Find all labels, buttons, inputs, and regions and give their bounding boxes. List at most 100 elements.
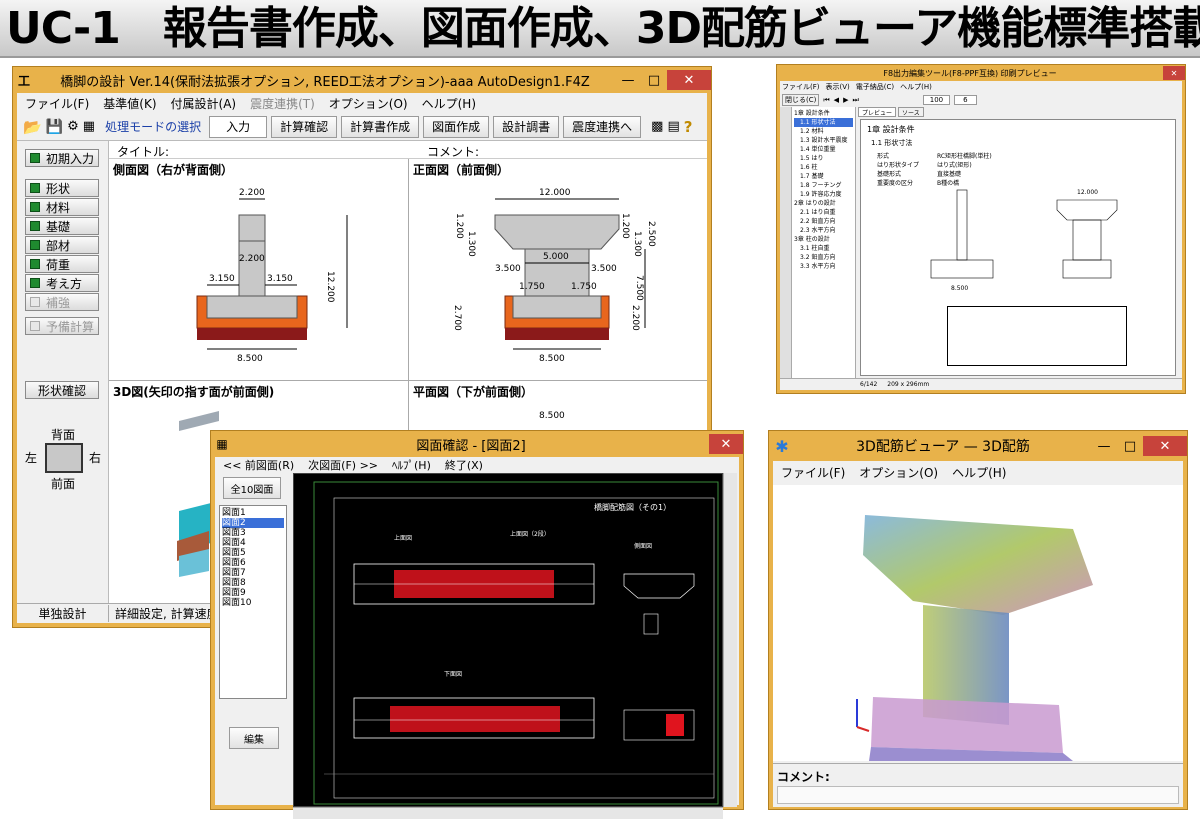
- doc-dim-w: 8.500: [951, 285, 968, 292]
- edit-button[interactable]: 編集: [229, 727, 279, 749]
- drawing-list-item[interactable]: 図面7: [222, 568, 284, 578]
- close-button[interactable]: ✕: [667, 70, 711, 90]
- sidebar-item-load[interactable]: 荷重: [25, 255, 99, 273]
- viewer-titlebar: ✱ 3D配筋ビューア — 3D配筋 — □ ✕: [769, 431, 1187, 461]
- prev-drawing[interactable]: << 前図面(R): [223, 457, 294, 473]
- tool-icon[interactable]: ⚙: [67, 119, 79, 134]
- drawing-list-item[interactable]: 図面8: [222, 578, 284, 588]
- tree-item[interactable]: 3章 柱の設計: [794, 235, 853, 244]
- main-title: 橋脚の設計 Ver.14(保耐法拡張オプション, REED工法オプション)-aa…: [60, 74, 590, 90]
- first-page-icon[interactable]: ⏮: [823, 96, 829, 105]
- preview-menu-help[interactable]: ヘルプ(H): [900, 82, 932, 92]
- initial-input-button[interactable]: 初期入力: [25, 149, 99, 167]
- last-page-icon[interactable]: ⏭: [852, 96, 858, 105]
- menu-attached[interactable]: 付属設計(A): [171, 95, 237, 112]
- shape-check-button[interactable]: 形状確認: [25, 381, 99, 399]
- viewer-canvas[interactable]: [773, 485, 1183, 761]
- drawing-help[interactable]: ﾍﾙﾌﾟ(H): [392, 457, 431, 473]
- front-dim-r1: 3.500: [591, 264, 617, 274]
- tree-item[interactable]: 1.7 基礎: [794, 172, 853, 181]
- next-page-icon[interactable]: ▶: [843, 96, 848, 104]
- drawing-scrollbar[interactable]: [723, 473, 737, 807]
- menu-file[interactable]: ファイル(F): [25, 95, 89, 112]
- zoom-field[interactable]: 100: [922, 95, 951, 105]
- viewer-menu-file[interactable]: ファイル(F): [781, 464, 845, 481]
- tab-drawing[interactable]: 図面作成: [423, 115, 490, 138]
- layout-icon[interactable]: ▦: [83, 119, 95, 134]
- sidebar-item-member[interactable]: 部材: [25, 236, 99, 254]
- sidebar-item-shape[interactable]: 形状: [25, 179, 99, 197]
- tree-item[interactable]: 1.4 単位重量: [794, 145, 853, 154]
- all-drawings-button[interactable]: 全10図面: [223, 477, 281, 499]
- viewer-menu-help[interactable]: ヘルプ(H): [952, 464, 1006, 481]
- viewer-menu-option[interactable]: オプション(O): [859, 464, 938, 481]
- drawing-list-item[interactable]: 図面1: [222, 508, 284, 518]
- next-drawing[interactable]: 次図面(F) >>: [308, 457, 378, 473]
- preview-menu-view[interactable]: 表示(V): [826, 82, 850, 92]
- tab-design-doc[interactable]: 設計調書: [493, 115, 560, 138]
- sidebar-item-foundation[interactable]: 基礎: [25, 217, 99, 235]
- tab-source[interactable]: ソース: [898, 107, 924, 117]
- help-icon[interactable]: ?: [684, 118, 693, 136]
- tree-item[interactable]: 2.2 鉛直方向: [794, 217, 853, 226]
- drawing-close-button[interactable]: ✕: [709, 434, 743, 454]
- drawing-list-item[interactable]: 図面10: [222, 598, 284, 608]
- menu-standard[interactable]: 基準値(K): [103, 95, 156, 112]
- tree-item[interactable]: 1.8 フーチング: [794, 181, 853, 190]
- tab-calc-check[interactable]: 計算確認: [271, 115, 338, 138]
- tree-item[interactable]: 2.3 水平方向: [794, 226, 853, 235]
- page-field[interactable]: 6: [954, 95, 977, 105]
- drawing-list-item[interactable]: 図面2: [222, 518, 284, 528]
- viewer-close-button[interactable]: ✕: [1143, 436, 1187, 456]
- prev-page-icon[interactable]: ◀: [834, 96, 839, 104]
- tree-item[interactable]: 1.9 許容応力度: [794, 190, 853, 199]
- front-dim-h4: 1.300: [632, 231, 642, 257]
- tree-item[interactable]: 3.1 柱自重: [794, 244, 853, 253]
- tab-preview[interactable]: プレビュー: [858, 107, 897, 117]
- maximize-button[interactable]: □: [641, 70, 667, 90]
- tree-item[interactable]: 1.5 はり: [794, 154, 853, 163]
- print-icon[interactable]: ▩: [651, 119, 663, 134]
- viewer-menubar: ファイル(F) オプション(O) ヘルプ(H): [773, 461, 1183, 483]
- tree-item[interactable]: 3.2 鉛直方向: [794, 253, 853, 262]
- preview-close-button[interactable]: ✕: [1163, 66, 1185, 80]
- tab-seismic-link[interactable]: 震度連携へ: [563, 115, 642, 138]
- preview-menu-delivery[interactable]: 電子納品(C): [856, 82, 894, 92]
- sidebar-item-reinforce[interactable]: 補強: [25, 293, 99, 311]
- tab-input[interactable]: 入力: [209, 115, 268, 138]
- doc-dim-top: 12.000: [1077, 189, 1098, 196]
- status-mode: 単独設計: [17, 605, 109, 622]
- save-icon[interactable]: 💾: [46, 119, 63, 135]
- menu-seismic[interactable]: 震度連携(T): [250, 95, 315, 112]
- drawing-hscrollbar[interactable]: [293, 807, 723, 819]
- drawing-list-item[interactable]: 図面9: [222, 588, 284, 598]
- preview-menu-file[interactable]: ファイル(F): [782, 82, 820, 92]
- sidebar-item-precalc[interactable]: 予備計算: [25, 317, 99, 335]
- tree-item[interactable]: 1.6 柱: [794, 163, 853, 172]
- drawing-list-item[interactable]: 図面5: [222, 548, 284, 558]
- sidebar-item-concept[interactable]: 考え方: [25, 274, 99, 292]
- tree-item[interactable]: 1.3 設計水平震度: [794, 136, 853, 145]
- viewer-comment-field[interactable]: [777, 786, 1179, 804]
- drawing-list-item[interactable]: 図面6: [222, 558, 284, 568]
- tree-item[interactable]: 1.1 形状寸法: [794, 118, 853, 127]
- tree-item[interactable]: 1.2 材料: [794, 127, 853, 136]
- viewer-maximize-button[interactable]: □: [1117, 436, 1143, 456]
- tree-item[interactable]: 3.3 水平方向: [794, 262, 853, 271]
- preview-close-btn[interactable]: 閉じる(C): [782, 94, 820, 106]
- open-icon[interactable]: 📂: [23, 118, 42, 136]
- drawing-list-item[interactable]: 図面4: [222, 538, 284, 548]
- tree-item[interactable]: 2章 はりの設計: [794, 199, 853, 208]
- minimize-button[interactable]: —: [615, 70, 641, 90]
- front-view-drawing: 12.000 1.200 1.300 1.200 1.300 2.500 5.0…: [452, 188, 656, 364]
- drawing-list-item[interactable]: 図面3: [222, 528, 284, 538]
- menu-help[interactable]: ヘルプ(H): [422, 95, 476, 112]
- export-icon[interactable]: ▤: [667, 119, 679, 134]
- viewer-minimize-button[interactable]: —: [1091, 436, 1117, 456]
- drawing-exit[interactable]: 終了(X): [445, 457, 483, 473]
- tab-report[interactable]: 計算書作成: [341, 115, 420, 138]
- tree-item[interactable]: 1章 設計条件: [794, 109, 853, 118]
- tree-item[interactable]: 2.1 はり自重: [794, 208, 853, 217]
- menu-option[interactable]: オプション(O): [329, 95, 408, 112]
- sidebar-item-material[interactable]: 材料: [25, 198, 99, 216]
